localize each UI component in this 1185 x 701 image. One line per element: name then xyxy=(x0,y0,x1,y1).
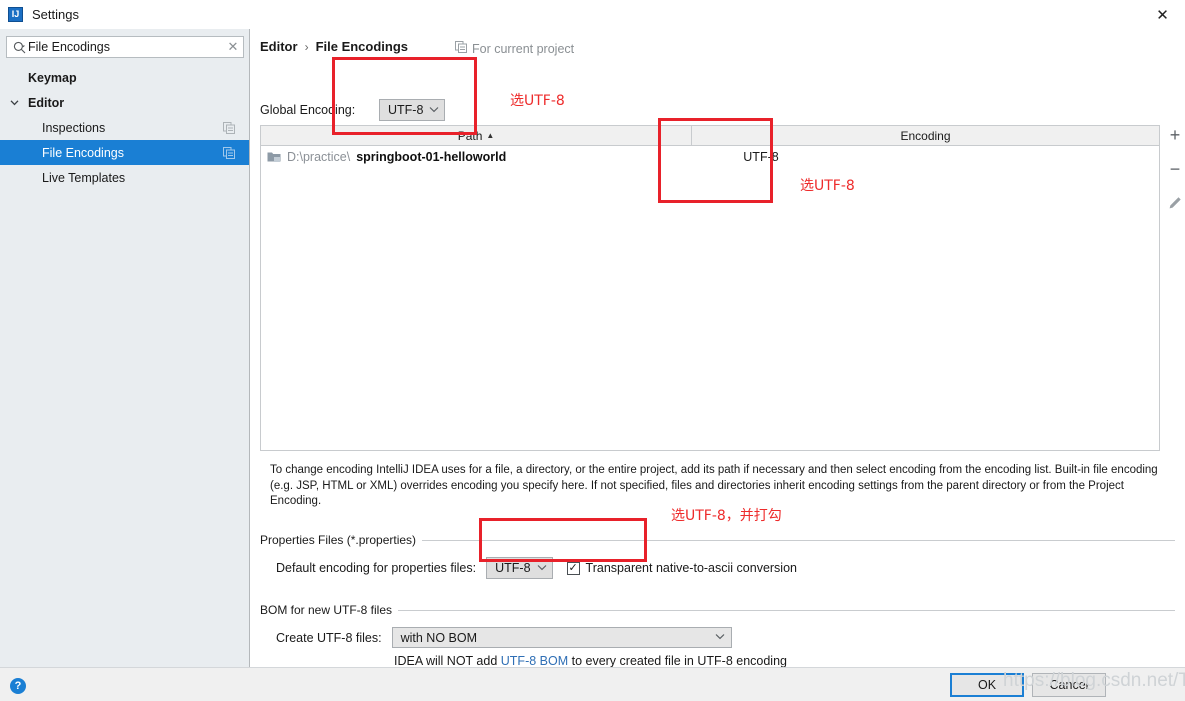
default-properties-encoding-label: Default encoding for properties files: xyxy=(276,561,477,575)
table-row[interactable]: D:\practice\ springboot-01-helloworld UTF… xyxy=(261,146,1159,168)
for-current-project: For current project xyxy=(455,41,574,56)
default-properties-encoding-row: Default encoding for properties files: U… xyxy=(276,557,797,579)
create-utf8-files-select[interactable]: with NO BOM xyxy=(391,627,732,648)
annotation-text-properties: 选UTF-8，并打勾 xyxy=(671,508,782,524)
chevron-down-icon[interactable] xyxy=(10,90,22,115)
search-box[interactable]: File Encodings ✕ xyxy=(6,36,244,58)
column-header-encoding-label: Encoding xyxy=(900,128,951,143)
default-properties-encoding-select[interactable]: UTF-8 xyxy=(486,557,553,579)
column-header-encoding[interactable]: Encoding xyxy=(692,126,1159,146)
column-header-path-label: Path xyxy=(457,128,483,143)
window-title: Settings xyxy=(32,7,79,22)
create-utf8-files-label: Create UTF-8 files: xyxy=(276,630,382,645)
intellij-logo-icon xyxy=(8,7,23,22)
breadcrumb-current: File Encodings xyxy=(315,39,409,54)
scope-copy-icon xyxy=(455,41,467,56)
for-current-project-label: For current project xyxy=(472,41,575,56)
default-properties-encoding-value: UTF-8 xyxy=(495,561,531,575)
cell-encoding[interactable]: UTF-8 xyxy=(691,150,831,164)
search-input[interactable]: File Encodings xyxy=(28,40,223,54)
annotation-text-table-encoding: 选UTF-8 xyxy=(800,178,855,194)
clear-search-icon[interactable]: ✕ xyxy=(223,39,243,55)
search-icon xyxy=(11,41,27,54)
module-folder-icon xyxy=(267,151,281,163)
add-icon[interactable]: + xyxy=(1165,125,1185,145)
table-toolbar: + − xyxy=(1165,125,1185,213)
bom-hint-prefix: IDEA will NOT add xyxy=(394,654,501,668)
close-icon[interactable]: ✕ xyxy=(1140,0,1185,29)
settings-dialog: Settings ✕ File Encodings ✕ Keymap xyxy=(0,0,1185,701)
watermark: https://blog.csdn.net/Trishia xyxy=(1003,670,1185,691)
global-encoding-row: Global Encoding: UTF-8 xyxy=(260,99,446,121)
encodings-table: Path ▲ Encoding D:\practice\ springboot-… xyxy=(260,125,1160,451)
bom-hint: IDEA will NOT add UTF-8 BOM to every cre… xyxy=(394,654,787,668)
sidebar-item-file-encodings[interactable]: File Encodings xyxy=(0,140,249,165)
sidebar-item-label: Live Templates xyxy=(42,170,126,185)
sidebar-item-inspections[interactable]: Inspections xyxy=(0,115,249,140)
annotation-text-encodings: 选UTF-8 xyxy=(510,93,565,109)
global-encoding-select[interactable]: UTF-8 xyxy=(379,99,446,121)
settings-nav: Keymap Editor Inspections File Encodings… xyxy=(0,65,249,190)
breadcrumb: Editor › File Encodings xyxy=(260,39,408,54)
cell-path-name: springboot-01-helloworld xyxy=(356,150,507,164)
content-panel: Editor › File Encodings For current proj… xyxy=(250,29,1185,668)
properties-group-title: Properties Files (*.properties) xyxy=(260,533,423,547)
bom-group-divider xyxy=(378,610,1175,611)
table-header: Path ▲ Encoding xyxy=(261,125,1159,146)
bom-hint-suffix: to every created file in UTF-8 encoding xyxy=(568,654,787,668)
create-utf8-files-row: Create UTF-8 files: with NO BOM xyxy=(276,627,732,648)
chevron-down-icon xyxy=(429,106,439,115)
breadcrumb-parent[interactable]: Editor xyxy=(260,39,298,54)
chevron-down-icon xyxy=(537,564,547,573)
copy-icon[interactable] xyxy=(223,140,235,165)
transparent-conversion-label: Transparent native-to-ascii conversion xyxy=(585,561,797,575)
bom-group-title: BOM for new UTF-8 files xyxy=(260,603,399,617)
title-bar: Settings ✕ xyxy=(0,0,1185,29)
sidebar-item-label: Keymap xyxy=(28,70,77,85)
sidebar-item-label: File Encodings xyxy=(42,145,124,160)
checkbox-check-icon: ✓ xyxy=(566,561,580,575)
edit-pencil-icon[interactable] xyxy=(1165,193,1185,213)
properties-group-divider xyxy=(406,540,1175,541)
sidebar-item-keymap[interactable]: Keymap xyxy=(0,65,249,90)
cell-path: D:\practice\ springboot-01-helloworld xyxy=(261,150,691,164)
remove-icon[interactable]: − xyxy=(1165,159,1185,179)
sort-ascending-icon: ▲ xyxy=(486,131,495,140)
sidebar-item-editor[interactable]: Editor xyxy=(0,90,249,115)
chevron-down-icon xyxy=(715,633,725,642)
cell-path-prefix: D:\practice\ xyxy=(287,150,351,164)
sidebar: File Encodings ✕ Keymap Editor Inspectio… xyxy=(0,29,249,667)
breadcrumb-separator-icon: › xyxy=(304,39,309,54)
global-encoding-value: UTF-8 xyxy=(388,103,424,117)
utf8-bom-link[interactable]: UTF-8 BOM xyxy=(501,654,568,668)
sidebar-item-live-templates[interactable]: Live Templates xyxy=(0,165,249,190)
transparent-conversion-checkbox[interactable]: ✓ Transparent native-to-ascii conversion xyxy=(566,561,797,575)
column-header-path[interactable]: Path ▲ xyxy=(261,126,691,146)
help-icon[interactable]: ? xyxy=(10,678,26,694)
copy-icon[interactable] xyxy=(223,115,235,140)
create-utf8-files-value: with NO BOM xyxy=(400,630,477,645)
description-text: To change encoding IntelliJ IDEA uses fo… xyxy=(270,464,1158,507)
global-encoding-label: Global Encoding: xyxy=(260,103,356,117)
sidebar-item-label: Inspections xyxy=(42,120,106,135)
